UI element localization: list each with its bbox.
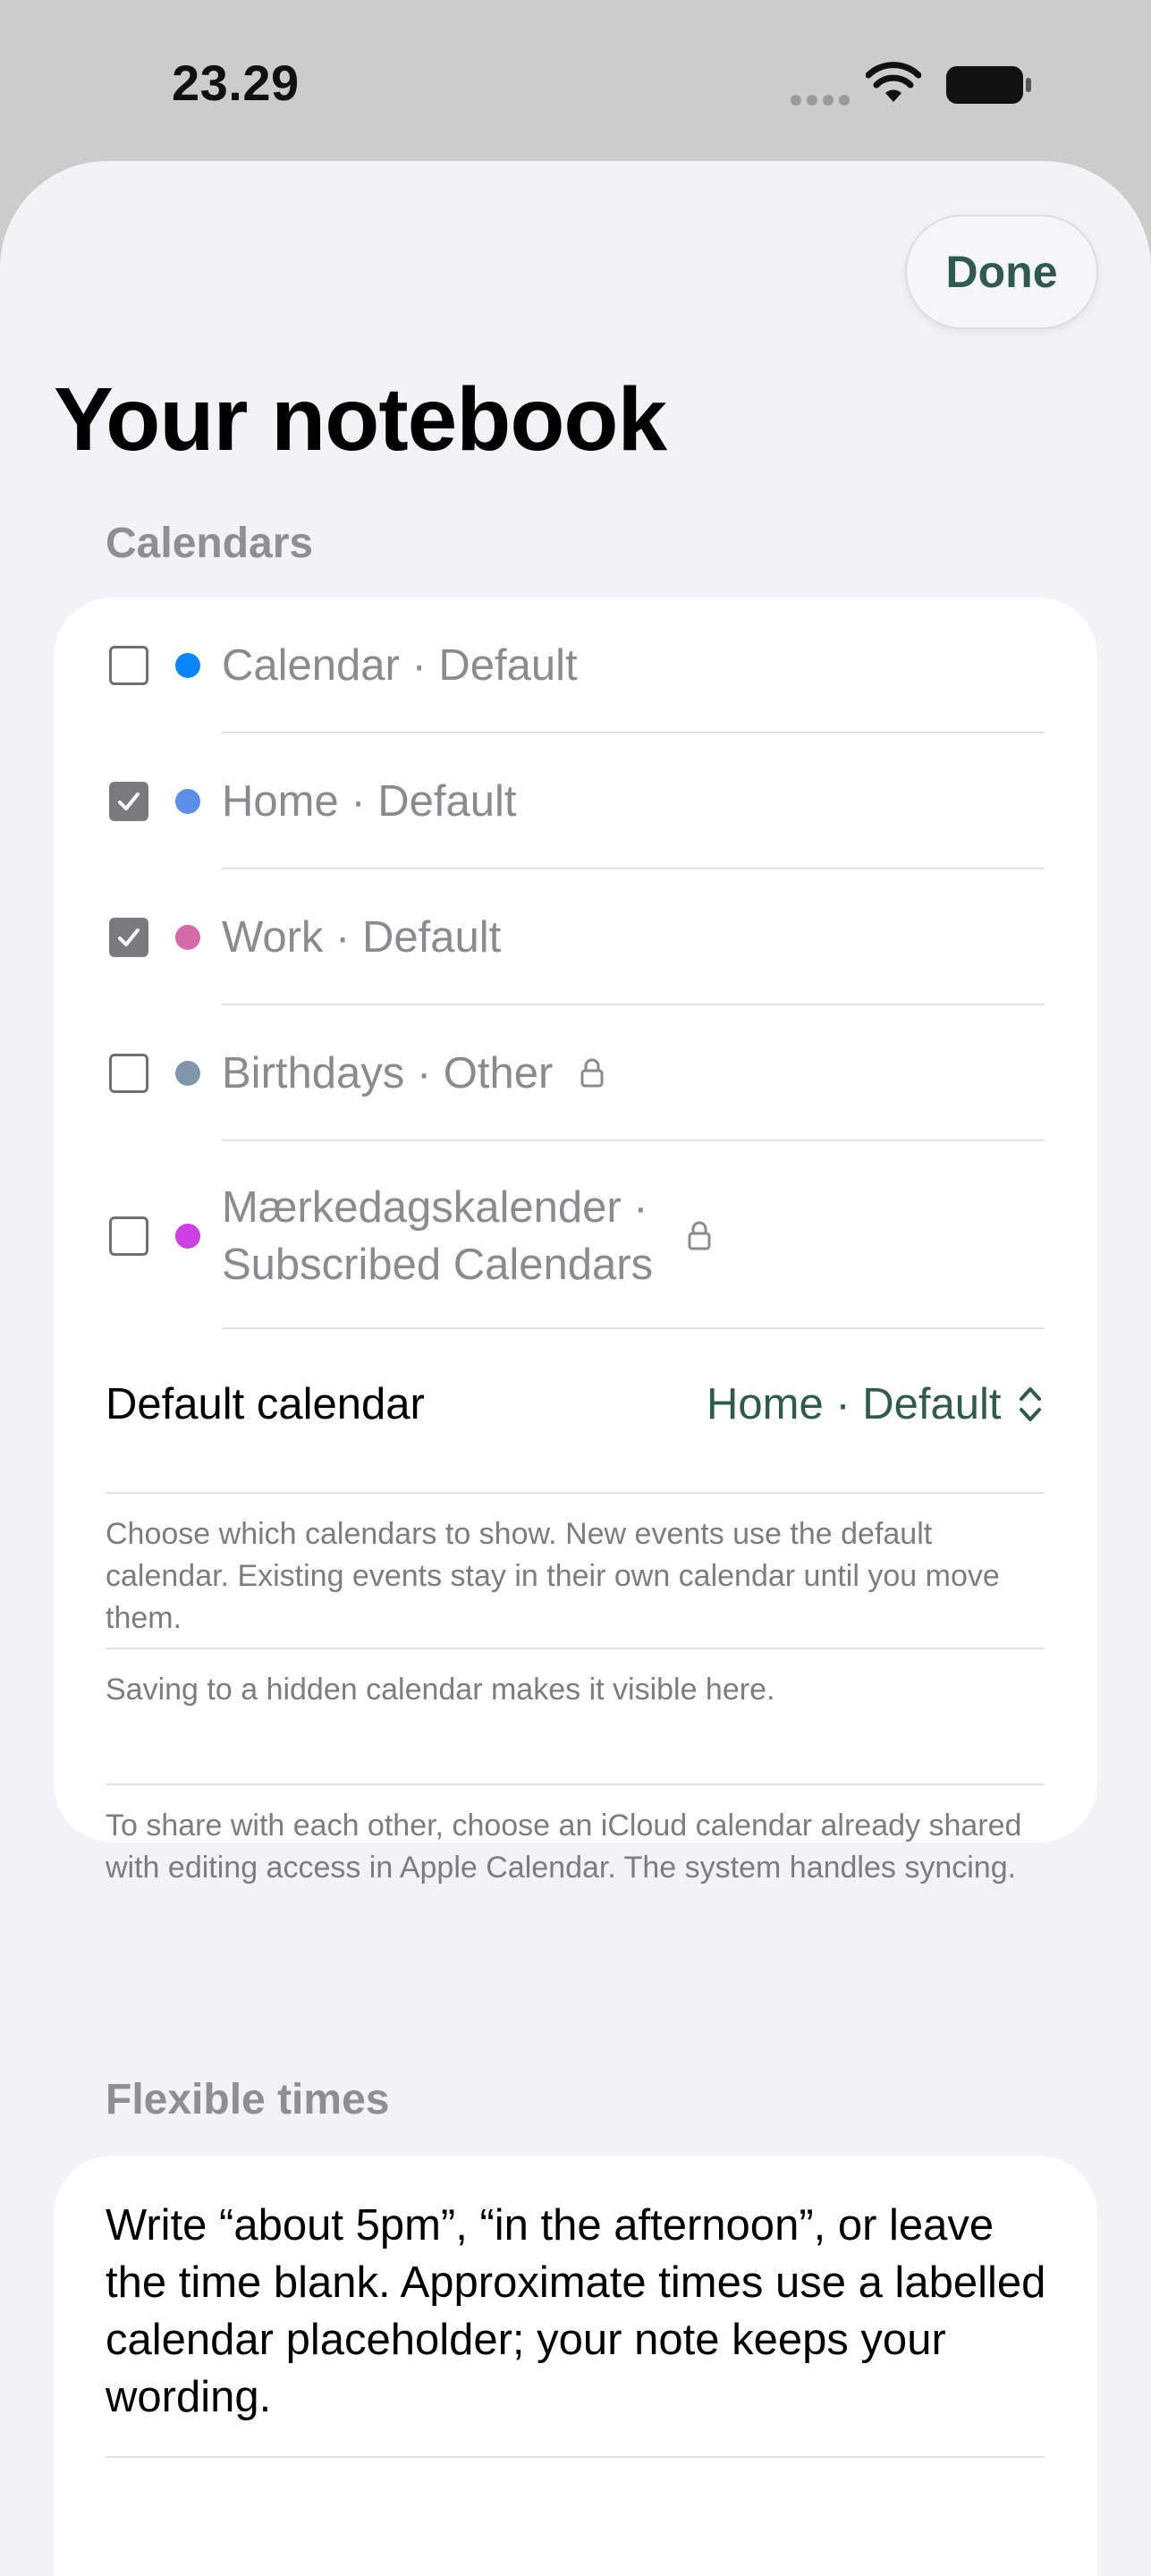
lock-icon [688,1221,711,1250]
calendar-row-birthdays[interactable]: Birthdays · Other [54,1005,1097,1141]
calendar-row-label: Calendar · Default [222,641,578,690]
status-time: 23.29 [172,55,300,111]
calendar-color-dot [175,925,200,950]
calendar-row-label-line2: Subscribed Calendars [222,1241,654,1289]
calendar-checkbox[interactable] [109,918,148,957]
row-divider [106,1492,1045,1494]
calendar-color-dot [175,653,200,678]
default-calendar-label: Default calendar [106,1380,425,1428]
calendar-row-calendar[interactable]: Calendar · Default [54,597,1097,733]
lock-icon [580,1058,604,1088]
row-divider [106,2456,1045,2458]
flexible-times-description: Write “about 5pm”, “in the afternoon”, o… [106,2201,1046,2421]
calendar-row-home[interactable]: Home · Default [54,733,1097,869]
calendar-checkbox[interactable] [109,782,148,821]
calendar-row-label: Birthdays · Other [222,1049,554,1097]
status-bar: 23.29 [0,0,1151,161]
calendar-color-dot [175,1061,200,1086]
calendar-checkbox[interactable] [109,646,148,685]
flexible-times-card: Write “about 5pm”, “in the afternoon”, o… [54,2156,1097,2576]
calendar-row-maerkedagskalender[interactable]: Mærkedagskalender · Subscribed Calendars [54,1141,1097,1331]
calendar-row-label: Work · Default [222,913,502,962]
chevron-updown-icon[interactable] [1014,1379,1046,1429]
sharing-note: To share with each other, choose an iClo… [106,1809,1022,1885]
calendar-color-dot [175,1224,200,1249]
row-divider [106,1648,1045,1649]
settings-sheet: Done Your notebook Calendars Calendar · … [0,161,1151,2576]
calendars-card: Calendar · Default Home · Default Work ·… [54,597,1097,1885]
calendar-checkbox[interactable] [109,1216,148,1256]
flexible-times-section-header: Flexible times [106,2076,390,2123]
calendar-row-label: Home · Default [222,777,517,826]
calendar-row-label-line1: Mærkedagskalender · [222,1183,648,1232]
done-button[interactable]: Done [905,215,1098,329]
page-title: Your notebook [54,369,667,470]
battery-icon [946,66,1031,104]
calendar-checkbox[interactable] [109,1054,148,1093]
calendar-color-dot [175,789,200,814]
cellular-signal-icon [791,95,850,106]
calendar-row-work[interactable]: Work · Default [54,869,1097,1005]
default-calendar-picker[interactable]: Home · Default [707,1376,1002,1433]
checkmark-icon [118,792,140,810]
checkmark-icon [118,928,140,946]
row-divider [222,1327,1045,1329]
calendars-section-header: Calendars [106,520,314,567]
wifi-icon [866,62,921,102]
hidden-calendar-note: Saving to a hidden calendar makes it vis… [106,1673,775,1707]
row-divider [106,1784,1045,1785]
calendar-visibility-note: Choose which calendars to show. New even… [106,1517,1000,1635]
